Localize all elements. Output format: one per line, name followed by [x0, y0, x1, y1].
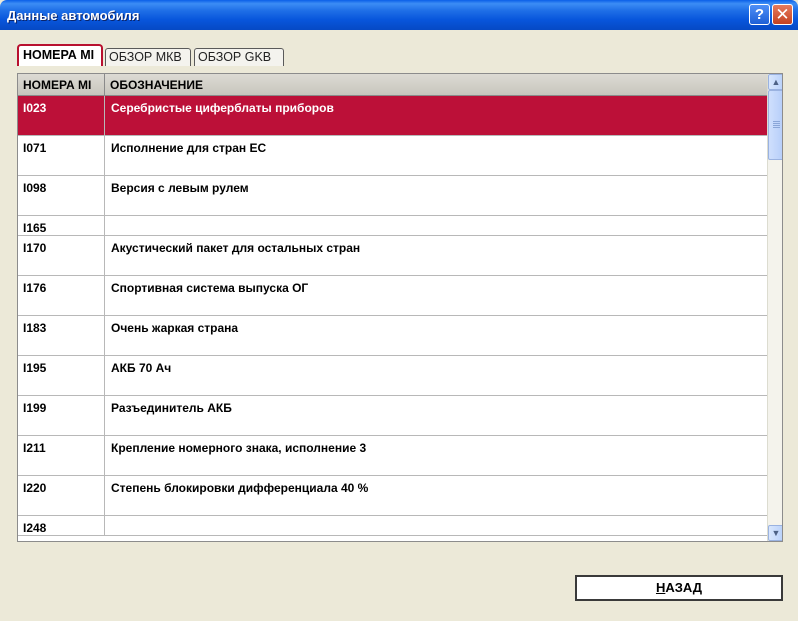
cell-code: I183 — [18, 316, 105, 355]
scrollbar-thumb[interactable] — [768, 90, 782, 160]
chevron-up-icon: ▲ — [771, 77, 781, 87]
table-row[interactable]: I220 Степень блокировки дифференциала 40… — [18, 476, 767, 516]
cell-code: I211 — [18, 436, 105, 475]
grip-icon — [773, 121, 780, 129]
table-row[interactable]: I098 Версия с левым рулем — [18, 176, 767, 216]
cell-description: Очень жаркая страна — [111, 321, 239, 335]
back-button-accelerator: Н — [655, 580, 666, 595]
cell-code: I176 — [18, 276, 105, 315]
cell-code: I220 — [18, 476, 105, 515]
cell-code: I248 — [18, 516, 105, 535]
data-grid: НОМЕРА MI ОБОЗНАЧЕНИЕ I023 Серебристые ц… — [17, 73, 783, 542]
table-row[interactable]: I195 АКБ 70 Ач — [18, 356, 767, 396]
cell-description: Исполнение для стран ЕС — [111, 141, 267, 155]
table-row[interactable]: I211 Крепление номерного знака, исполнен… — [18, 436, 767, 476]
table-row[interactable]: I165 — [18, 216, 767, 236]
window-title: Данные автомобиля — [7, 8, 140, 23]
cell-code: I195 — [18, 356, 105, 395]
cell-description: АКБ 70 Ач — [111, 361, 172, 375]
cell-description: Спортивная система выпуска ОГ — [111, 281, 309, 295]
table-row[interactable]: I176 Спортивная система выпуска ОГ — [18, 276, 767, 316]
cell-description — [105, 216, 767, 235]
help-button[interactable]: ? — [749, 4, 770, 25]
scroll-down-button[interactable]: ▼ — [768, 525, 782, 541]
column-header-description[interactable]: ОБОЗНАЧЕНИЕ — [105, 74, 767, 96]
table-row[interactable]: I183 Очень жаркая страна — [18, 316, 767, 356]
cell-code: I170 — [18, 236, 105, 275]
cell-code: I165 — [18, 216, 105, 235]
tab-gkb-overview[interactable]: ОБЗОР GKB — [194, 48, 284, 66]
grid-header: НОМЕРА MI ОБОЗНАЧЕНИЕ — [18, 74, 767, 96]
dialog-window: Данные автомобиля ? ✕ НОМЕРА MI ОБЗОР МК… — [0, 0, 798, 621]
cell-code: I071 — [18, 136, 105, 175]
table-row[interactable]: I170 Акустический пакет для остальных ст… — [18, 236, 767, 276]
cell-description: Степень блокировки дифференциала 40 % — [111, 481, 369, 495]
column-header-code[interactable]: НОМЕРА MI — [18, 74, 105, 96]
table-row[interactable]: I199 Разъединитель АКБ — [18, 396, 767, 436]
back-button[interactable]: НАЗАД — [575, 575, 783, 601]
cell-code: I199 — [18, 396, 105, 435]
table-row[interactable]: I071 Исполнение для стран ЕС — [18, 136, 767, 176]
chevron-down-icon: ▼ — [771, 528, 781, 538]
back-button-label: АЗАД — [665, 580, 703, 595]
help-icon: ? — [754, 6, 765, 23]
cell-code: I023 — [18, 96, 105, 135]
table-row[interactable]: I248 — [18, 516, 767, 536]
cell-description: Крепление номерного знака, исполнение 3 — [111, 441, 367, 455]
cell-description: Разъединитель АКБ — [111, 401, 232, 415]
grid-rows: I023 Серебристые циферблаты приборов I07… — [18, 96, 767, 536]
close-icon: ✕ — [775, 5, 790, 24]
cell-description: Версия с левым рулем — [111, 181, 249, 195]
cell-code: I098 — [18, 176, 105, 215]
vertical-scrollbar[interactable]: ▲ ▼ — [767, 74, 782, 541]
table-row[interactable]: I023 Серебристые циферблаты приборов — [18, 96, 767, 136]
cell-description: Серебристые циферблаты приборов — [111, 101, 334, 115]
tab-mkv-overview[interactable]: ОБЗОР МКВ — [105, 48, 191, 66]
cell-description — [105, 516, 767, 535]
cell-description: Акустический пакет для остальных стран — [111, 241, 361, 255]
title-bar[interactable]: Данные автомобиля ? ✕ — [0, 0, 798, 30]
scroll-up-button[interactable]: ▲ — [768, 74, 782, 90]
close-button[interactable]: ✕ — [772, 4, 793, 25]
tab-mi-numbers[interactable]: НОМЕРА MI — [17, 44, 103, 66]
